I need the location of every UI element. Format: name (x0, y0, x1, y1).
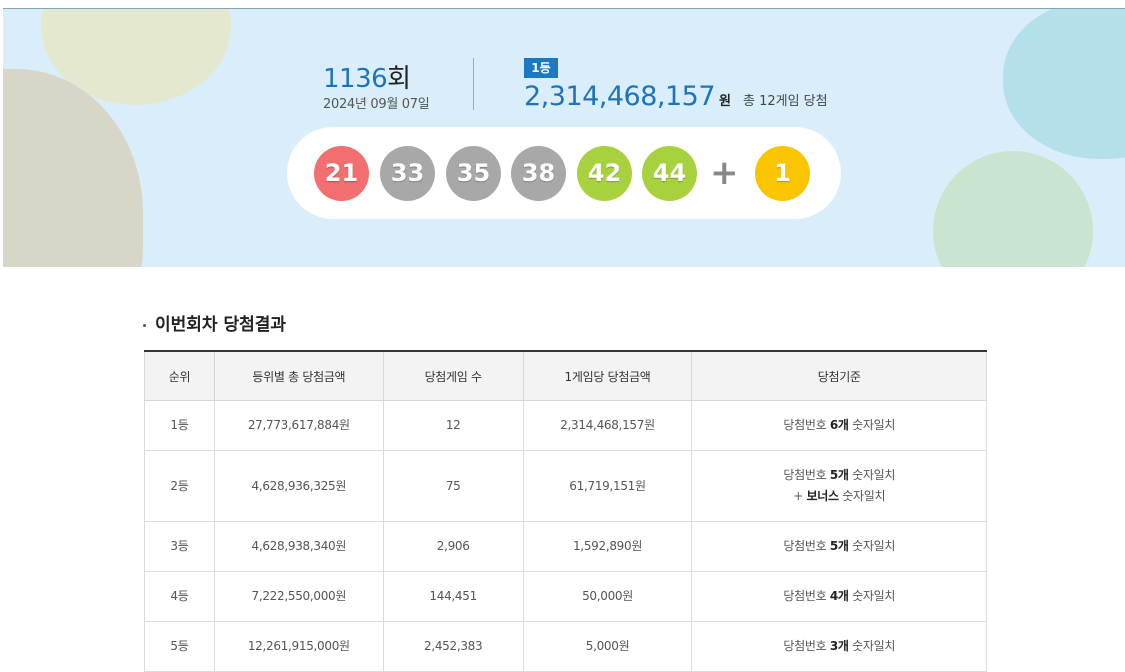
cell-rank: 2등 (144, 450, 215, 522)
cell-winners: 2,452,383 (382, 621, 524, 672)
decor-circle-green (933, 151, 1093, 267)
criteria-suffix: 숫자일치 (848, 418, 896, 432)
winning-ball: 35 (446, 146, 501, 201)
first-prize-amount: 2,314,468,157 (524, 81, 716, 112)
table-row: 5등 12,261,915,000원 2,452,383 5,000원 당첨번호… (144, 621, 987, 672)
first-prize-unit: 원 (719, 94, 731, 109)
draw-number-value: 1136 (323, 64, 388, 94)
header-divider (473, 58, 474, 110)
section-title: 이번회차 당첨결과 (143, 310, 286, 335)
table-row: 3등 4,628,938,340원 2,906 1,592,890원 당첨번호 … (144, 521, 987, 572)
cell-criteria: 당첨번호 4개 숫자일치 (691, 571, 987, 622)
winning-ball: 33 (380, 146, 435, 201)
draw-result-banner: 1136회 2024년 09월 07일 1등 2,314,468,157 원 총 1… (3, 9, 1125, 267)
draw-date: 2024년 09월 07일 (323, 97, 430, 112)
cell-rank: 4등 (144, 571, 215, 622)
header-winners: 당첨게임 수 (382, 350, 524, 401)
first-prize-badge: 1등 (524, 58, 558, 78)
cell-rank: 3등 (144, 521, 215, 572)
first-prize-info: 2,314,468,157 원 총 12게임 당첨 (524, 81, 828, 112)
cell-total: 27,773,617,884원 (213, 400, 384, 451)
criteria-extra-prefix: + (793, 489, 807, 503)
criteria-prefix: 당첨번호 (783, 468, 830, 482)
bullet-dot (143, 323, 146, 327)
cell-rank: 5등 (144, 621, 215, 672)
cell-criteria: 당첨번호 5개 숫자일치 + 보너스 숫자일치 (691, 450, 987, 522)
winning-numbers-panel: 21 33 35 38 42 44 + 1 (287, 127, 841, 219)
decor-blob-teal (1003, 9, 1125, 159)
header-per-game: 1게임당 당첨금액 (522, 350, 693, 401)
criteria-count: 5개 (829, 468, 849, 482)
winning-ball: 42 (577, 146, 632, 201)
cell-per-game: 50,000원 (522, 571, 693, 622)
criteria-suffix: 숫자일치 (848, 539, 896, 553)
cell-winners: 144,451 (382, 571, 524, 622)
winning-ball: 44 (642, 146, 697, 201)
first-prize-games: 총 12게임 당첨 (743, 94, 828, 109)
cell-winners: 2,906 (382, 521, 524, 572)
criteria-suffix: 숫자일치 (848, 468, 896, 482)
header-criteria: 당첨기준 (691, 350, 987, 401)
cell-per-game: 2,314,468,157원 (522, 400, 693, 451)
cell-per-game: 61,719,151원 (522, 450, 693, 522)
criteria-prefix: 당첨번호 (783, 418, 830, 432)
criteria-count: 5개 (829, 539, 849, 553)
table-row: 2등 4,628,936,325원 75 61,719,151원 당첨번호 5개… (144, 450, 987, 522)
cell-total: 12,261,915,000원 (213, 621, 384, 672)
draw-number: 1136회 (323, 58, 411, 95)
cell-winners: 12 (382, 400, 524, 451)
cell-per-game: 5,000원 (522, 621, 693, 672)
table-row: 4등 7,222,550,000원 144,451 50,000원 당첨번호 4… (144, 571, 987, 622)
cell-criteria: 당첨번호 3개 숫자일치 (691, 621, 987, 672)
header-total: 등위별 총 당첨금액 (213, 350, 384, 401)
criteria-prefix: 당첨번호 (783, 639, 830, 653)
plus-sign: + (710, 153, 739, 193)
cell-total: 4,628,938,340원 (213, 521, 384, 572)
bonus-ball: 1 (755, 146, 810, 201)
cell-total: 7,222,550,000원 (213, 571, 384, 622)
criteria-suffix: 숫자일치 (848, 589, 896, 603)
criteria-count: 3개 (829, 639, 849, 653)
cell-criteria: 당첨번호 6개 숫자일치 (691, 400, 987, 451)
criteria-prefix: 당첨번호 (783, 589, 830, 603)
results-table: 순위 등위별 총 당첨금액 당첨게임 수 1게임당 당첨금액 당첨기준 1등 2… (144, 350, 987, 672)
criteria-extra-suffix: 숫자일치 (838, 489, 886, 503)
table-row: 1등 27,773,617,884원 12 2,314,468,157원 당첨번… (144, 400, 987, 451)
section-title-text: 이번회차 당첨결과 (155, 315, 287, 335)
cell-winners: 75 (382, 450, 524, 522)
criteria-suffix: 숫자일치 (848, 639, 896, 653)
winning-ball: 21 (314, 146, 369, 201)
criteria-count: 4개 (829, 589, 849, 603)
cell-rank: 1등 (144, 400, 215, 451)
draw-number-unit: 회 (387, 64, 411, 94)
header-rank: 순위 (144, 350, 215, 401)
cell-per-game: 1,592,890원 (522, 521, 693, 572)
table-header-row: 순위 등위별 총 당첨금액 당첨게임 수 1게임당 당첨금액 당첨기준 (144, 350, 987, 401)
criteria-prefix: 당첨번호 (783, 539, 830, 553)
cell-criteria: 당첨번호 5개 숫자일치 (691, 521, 987, 572)
cell-total: 4,628,936,325원 (213, 450, 384, 522)
criteria-extra-bonus: 보너스 (806, 489, 840, 503)
winning-ball: 38 (511, 146, 566, 201)
criteria-count: 6개 (829, 418, 849, 432)
